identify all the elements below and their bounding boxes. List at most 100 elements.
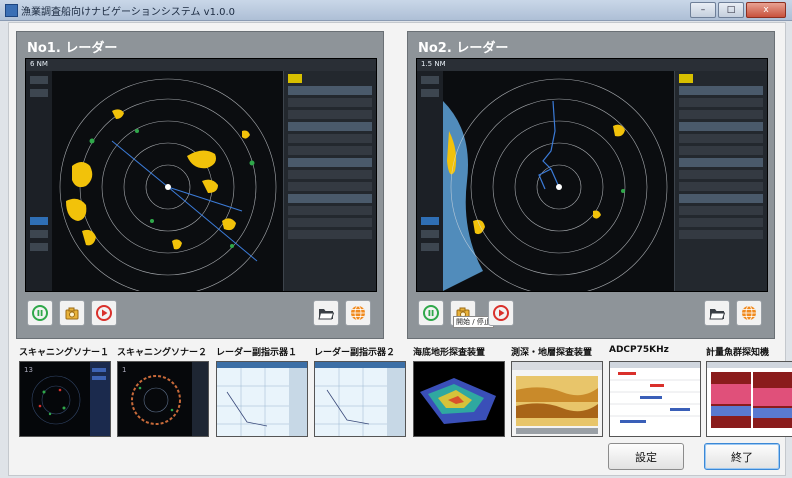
pause-icon bbox=[423, 305, 439, 321]
pause-button-2[interactable] bbox=[418, 300, 444, 326]
window-controls: – □ x bbox=[690, 2, 786, 18]
record-icon bbox=[96, 305, 112, 321]
radar-2-info-row bbox=[679, 74, 693, 83]
radar-1-left-btn[interactable] bbox=[30, 243, 48, 251]
settings-button[interactable]: 設定 bbox=[608, 443, 684, 470]
thumb-radar-sub-2[interactable] bbox=[314, 361, 406, 437]
radar-2-info-row bbox=[679, 158, 763, 167]
depth-survey-preview bbox=[512, 362, 602, 436]
radar-1-info-row bbox=[288, 206, 372, 215]
network-button-1[interactable] bbox=[345, 300, 371, 326]
screenshot-button-1[interactable] bbox=[59, 300, 85, 326]
radar-2-info-row bbox=[679, 134, 763, 143]
radar-1-info-row bbox=[288, 110, 372, 119]
radar-2-left-btn[interactable] bbox=[421, 230, 439, 238]
camera-icon bbox=[65, 307, 79, 320]
radar-2-info-row bbox=[679, 194, 763, 203]
pause-icon bbox=[32, 305, 48, 321]
globe-icon bbox=[742, 305, 756, 321]
thumb-label-seabed-survey: 海底地形探査装置 bbox=[413, 348, 486, 358]
radar-sub-1-preview bbox=[217, 362, 307, 436]
radar-1-left-controls bbox=[26, 71, 52, 291]
radar-2-info-row bbox=[679, 98, 763, 107]
thumb-radar-sub-1[interactable] bbox=[216, 361, 308, 437]
radar-panel-1-title: No1. レーダー bbox=[27, 41, 118, 56]
radar-1-info-panel bbox=[283, 71, 376, 291]
radar-panel-2: No2. レーダー 1.5 NM 開始 / 停止 bbox=[407, 31, 775, 339]
close-button[interactable]: x bbox=[746, 2, 786, 18]
open-folder-button-1[interactable] bbox=[313, 300, 339, 326]
radar-1-left-btn[interactable] bbox=[30, 230, 48, 238]
radar-1-scope[interactable] bbox=[52, 71, 284, 291]
network-button-2[interactable] bbox=[736, 300, 762, 326]
record-icon bbox=[493, 305, 509, 321]
svg-text:1: 1 bbox=[122, 366, 126, 374]
sonar-2-preview: 1 bbox=[118, 362, 208, 436]
thumb-label-depth-survey: 測深・地層探査装置 bbox=[511, 348, 593, 358]
pause-button-1[interactable] bbox=[27, 300, 53, 326]
radar-panel-1: No1. レーダー 6 NM bbox=[16, 31, 384, 339]
minimize-button[interactable]: – bbox=[690, 2, 716, 18]
thumb-fish-finder[interactable] bbox=[706, 361, 792, 437]
folder-icon bbox=[709, 309, 725, 320]
radar-1-info-row bbox=[288, 122, 372, 131]
radar-1-info-row bbox=[288, 86, 372, 95]
radar-1-info-row bbox=[288, 74, 302, 83]
record-button-2[interactable] bbox=[488, 300, 514, 326]
main-window: No1. レーダー 6 NM No2. レーダー 1.5 NM 開始 / 停止 … bbox=[8, 22, 792, 476]
window-title: 漁業調査船向けナビゲーションシステム v1.0.0 bbox=[21, 7, 236, 18]
radar-1-info-row bbox=[288, 158, 372, 167]
globe-icon bbox=[351, 305, 365, 321]
radar-2-info-panel bbox=[674, 71, 767, 291]
thumb-label-radar-sub-2: レーダー副指示器２ bbox=[314, 348, 396, 358]
thumb-depth-survey[interactable] bbox=[511, 361, 603, 437]
radar-2-left-btn[interactable] bbox=[421, 89, 439, 97]
radar-1-info-row bbox=[288, 146, 372, 155]
radar-2-scope[interactable] bbox=[443, 71, 675, 291]
thumb-scanning-sonar-1[interactable]: 13 bbox=[19, 361, 111, 437]
radar-2-left-btn[interactable] bbox=[421, 217, 439, 225]
thumb-label-radar-sub-1: レーダー副指示器１ bbox=[216, 348, 298, 358]
thumb-label-adcp: ADCP75KHz bbox=[609, 345, 669, 355]
exit-button[interactable]: 終了 bbox=[704, 443, 780, 470]
radar-1-info-row bbox=[288, 218, 372, 227]
folder-icon bbox=[318, 309, 334, 320]
svg-text:13: 13 bbox=[24, 366, 33, 374]
radar-1-info-row bbox=[288, 182, 372, 191]
radar-2-info-row bbox=[679, 218, 763, 227]
radar-2-info-row bbox=[679, 122, 763, 131]
radar-1-info-row bbox=[288, 170, 372, 179]
radar-sub-2-preview bbox=[315, 362, 405, 436]
radar-1-info-row bbox=[288, 98, 372, 107]
radar-2-left-controls bbox=[417, 71, 443, 291]
adcp-preview bbox=[610, 362, 700, 436]
thumb-scanning-sonar-2[interactable]: 1 bbox=[117, 361, 209, 437]
record-button-1[interactable] bbox=[91, 300, 117, 326]
thumb-label-fish-finder: 計量魚群探知機 bbox=[706, 348, 770, 358]
fish-finder-preview bbox=[707, 362, 792, 436]
radar-2-info-row bbox=[679, 86, 763, 95]
app-icon bbox=[5, 4, 18, 17]
open-folder-button-2[interactable] bbox=[704, 300, 730, 326]
radar-screen-1[interactable]: 6 NM bbox=[25, 58, 377, 292]
thumb-label-scanning-sonar-2: スキャニングソナー２ bbox=[117, 348, 208, 358]
thumb-seabed-survey[interactable] bbox=[413, 361, 505, 437]
radar-2-left-btn[interactable] bbox=[421, 243, 439, 251]
radar-2-left-btn[interactable] bbox=[421, 76, 439, 84]
thumb-adcp[interactable] bbox=[609, 361, 701, 437]
radar-1-info-row bbox=[288, 194, 372, 203]
radar-1-left-btn[interactable] bbox=[30, 89, 48, 97]
sonar-1-preview: 13 bbox=[20, 362, 110, 436]
radar-1-info-row bbox=[288, 134, 372, 143]
maximize-button[interactable]: □ bbox=[718, 2, 744, 18]
radar-2-range: 1.5 NM bbox=[421, 60, 446, 68]
radar-1-left-btn[interactable] bbox=[30, 76, 48, 84]
window-titlebar: 漁業調査船向けナビゲーションシステム v1.0.0 – □ x bbox=[0, 0, 792, 21]
radar-2-info-row bbox=[679, 182, 763, 191]
radar-screen-2[interactable]: 1.5 NM bbox=[416, 58, 768, 292]
radar-2-info-row bbox=[679, 146, 763, 155]
thumb-label-scanning-sonar-1: スキャニングソナー１ bbox=[19, 348, 110, 358]
radar-panel-2-title: No2. レーダー bbox=[418, 41, 509, 56]
radar-1-left-btn[interactable] bbox=[30, 217, 48, 225]
radar-2-info-row bbox=[679, 230, 763, 239]
